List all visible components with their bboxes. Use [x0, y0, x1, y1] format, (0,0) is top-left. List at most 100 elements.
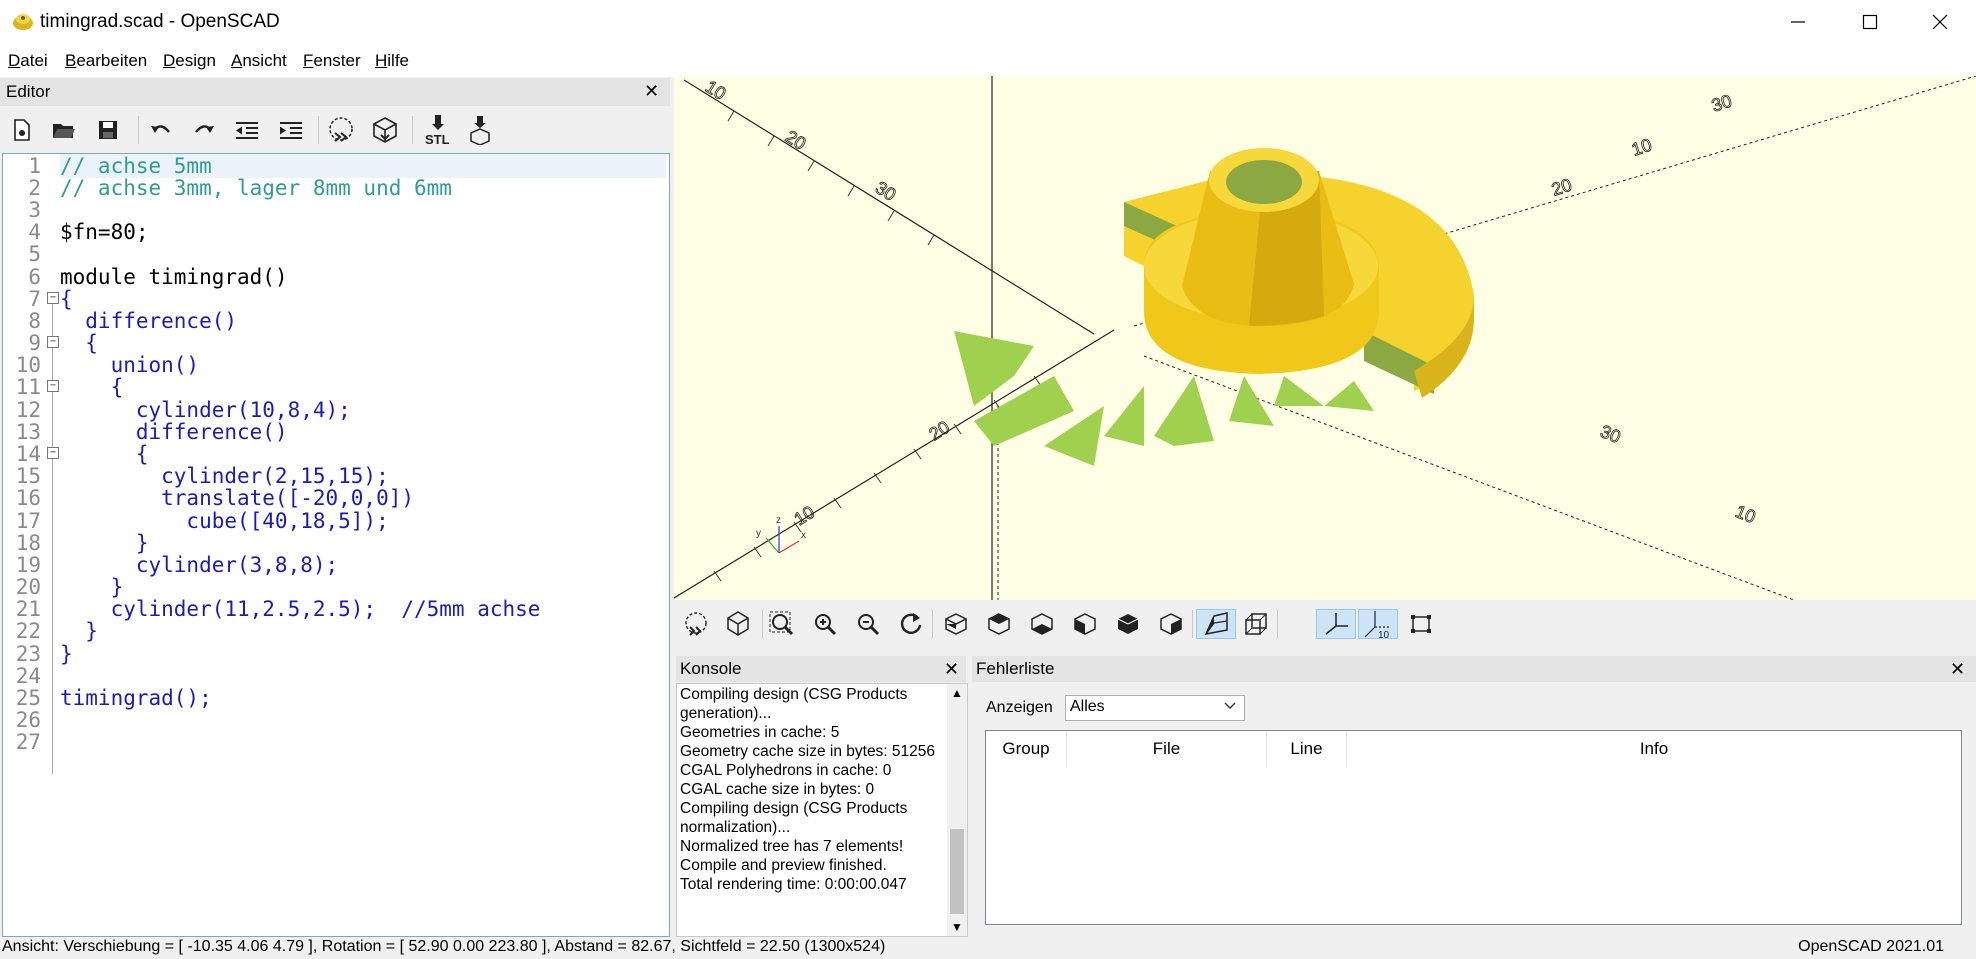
editor-toolbar: STL — [0, 108, 670, 152]
show-edges-icon[interactable] — [1405, 609, 1437, 639]
code-line: cylinder(10,8,4); — [60, 398, 351, 422]
line-number: 14 — [15, 442, 41, 466]
show-scale-markers-icon[interactable]: 10 — [1358, 609, 1398, 639]
close-icon[interactable] — [1906, 0, 1974, 44]
console-title: Konsole — [680, 659, 742, 678]
editor-panel-header: Editor ✕ — [0, 78, 670, 106]
line-number: 7 — [28, 287, 41, 311]
column-header-line[interactable]: Line — [1267, 731, 1347, 767]
code-line: cylinder(2,15,15); — [60, 464, 389, 488]
view-top-icon[interactable] — [983, 609, 1015, 639]
console-close-icon[interactable]: ✕ — [944, 660, 959, 678]
zoom-in-icon[interactable] — [809, 609, 841, 639]
column-header-group[interactable]: Group — [986, 731, 1067, 767]
console-line: CGAL Polyhedrons in cache: 0 — [680, 762, 892, 779]
view-right-icon[interactable] — [940, 609, 972, 639]
line-number: 17 — [15, 509, 41, 533]
reset-view-icon[interactable] — [895, 609, 927, 639]
zoom-out-icon[interactable] — [852, 609, 884, 639]
code-line: { — [60, 442, 149, 466]
error-list-close-icon[interactable]: ✕ — [1950, 660, 1965, 678]
menu-hilfe[interactable]: Hilfe — [375, 51, 409, 71]
console-scrollbar[interactable]: ▲ ▼ — [947, 684, 967, 936]
minimize-icon[interactable] — [1764, 0, 1832, 44]
fold-toggle[interactable]: − — [47, 292, 59, 304]
code-line: $fn=80; — [60, 220, 149, 244]
view-all-icon[interactable] — [766, 609, 798, 639]
scroll-down-icon[interactable]: ▼ — [951, 920, 963, 934]
scale-marker-label: 10 — [1378, 630, 1390, 639]
line-number: 16 — [15, 486, 41, 510]
menu-fenster[interactable]: Fenster — [303, 51, 361, 71]
axes-indicator-label: x — [801, 530, 806, 541]
console-scroll-thumb[interactable] — [950, 829, 964, 914]
preview-icon[interactable] — [680, 609, 712, 639]
menu-design[interactable]: Design — [163, 51, 216, 71]
view-left-icon[interactable] — [1069, 609, 1101, 639]
code-line: } — [60, 619, 98, 643]
undo-icon[interactable] — [147, 116, 175, 144]
line-number: 6 — [28, 265, 41, 289]
fold-toggle[interactable]: − — [47, 447, 59, 459]
code-line: { — [60, 375, 124, 399]
perspective-icon[interactable] — [1196, 609, 1236, 639]
column-header-file[interactable]: File — [1067, 731, 1267, 767]
axes-indicator-label: z — [776, 515, 781, 526]
view-bottom-icon[interactable] — [1026, 609, 1058, 639]
scroll-up-icon[interactable]: ▲ — [951, 686, 963, 700]
filter-label: Anzeigen — [986, 699, 1053, 716]
3d-viewport[interactable]: 10 20 30 10 20 30 10 20 30 10 x y z — [674, 76, 1976, 600]
export-stl-icon[interactable]: STL — [422, 115, 456, 146]
code-line: timingrad(); — [60, 686, 212, 710]
line-number: 18 — [15, 531, 41, 555]
indent-icon[interactable] — [277, 116, 305, 144]
error-table[interactable]: Group File Line Info — [985, 730, 1962, 925]
error-list-title: Fehlerliste — [976, 659, 1055, 678]
console-panel-header: Konsole ✕ — [676, 656, 966, 682]
new-file-icon[interactable] — [8, 116, 36, 144]
fold-toggle[interactable]: − — [47, 380, 59, 392]
save-icon[interactable] — [94, 116, 122, 144]
redo-icon[interactable] — [190, 116, 218, 144]
maximize-icon[interactable] — [1836, 0, 1904, 44]
filter-select[interactable]: Alles — [1065, 695, 1245, 721]
render-icon[interactable] — [722, 609, 754, 639]
fold-toggle[interactable]: − — [47, 336, 59, 348]
line-number: 9 — [28, 331, 41, 355]
line-number: 22 — [15, 619, 41, 643]
code-line: translate([-20,0,0]) — [60, 486, 415, 510]
code-line: union() — [60, 353, 200, 377]
console-output[interactable]: Compiling design (CSG Products generatio… — [676, 683, 968, 937]
axis-tick-label: 20 — [1549, 175, 1574, 200]
title-bar: timingrad.scad - OpenSCAD — [0, 0, 1976, 44]
menu-ansicht[interactable]: Ansicht — [231, 51, 287, 71]
send-to-print-icon[interactable] — [466, 116, 494, 145]
y-axis — [683, 79, 1095, 335]
open-file-icon[interactable] — [50, 116, 78, 144]
axis-tick-label: 30 — [1709, 91, 1734, 116]
console-line: Normalized tree has 7 elements! — [680, 838, 904, 855]
axis-tick-label: 10 — [1629, 135, 1654, 160]
render-icon[interactable] — [370, 116, 398, 144]
preview-icon[interactable] — [326, 116, 354, 144]
console-line: Compiling design (CSG Products generatio… — [680, 686, 908, 722]
editor-close-icon[interactable]: ✕ — [644, 82, 659, 100]
view-back-icon[interactable] — [1155, 609, 1187, 639]
code-line: { — [60, 287, 73, 311]
line-number: 10 — [15, 353, 41, 377]
line-number: 21 — [15, 597, 41, 621]
code-line: } — [60, 575, 124, 599]
menu-bearbeiten[interactable]: Bearbeiten — [65, 51, 147, 71]
error-list-panel: Anzeigen Alles Group File Line Info — [972, 683, 1976, 935]
column-header-info[interactable]: Info — [1347, 731, 1961, 767]
window-title: timingrad.scad - OpenSCAD — [40, 11, 280, 32]
show-axes-icon[interactable] — [1316, 609, 1356, 639]
console-line: Compile and preview finished. — [680, 857, 887, 874]
orthogonal-icon[interactable] — [1240, 609, 1272, 639]
code-line: module timingrad() — [60, 265, 288, 289]
unindent-icon[interactable] — [233, 116, 261, 144]
code-editor[interactable]: 1 2 3 4 5 6 7 8 9 10 11 12 13 14 15 16 1… — [2, 153, 670, 937]
menu-datei[interactable]: Datei — [8, 51, 48, 71]
view-front-icon[interactable] — [1112, 609, 1144, 639]
axis-tick-label: 30 — [872, 177, 900, 205]
